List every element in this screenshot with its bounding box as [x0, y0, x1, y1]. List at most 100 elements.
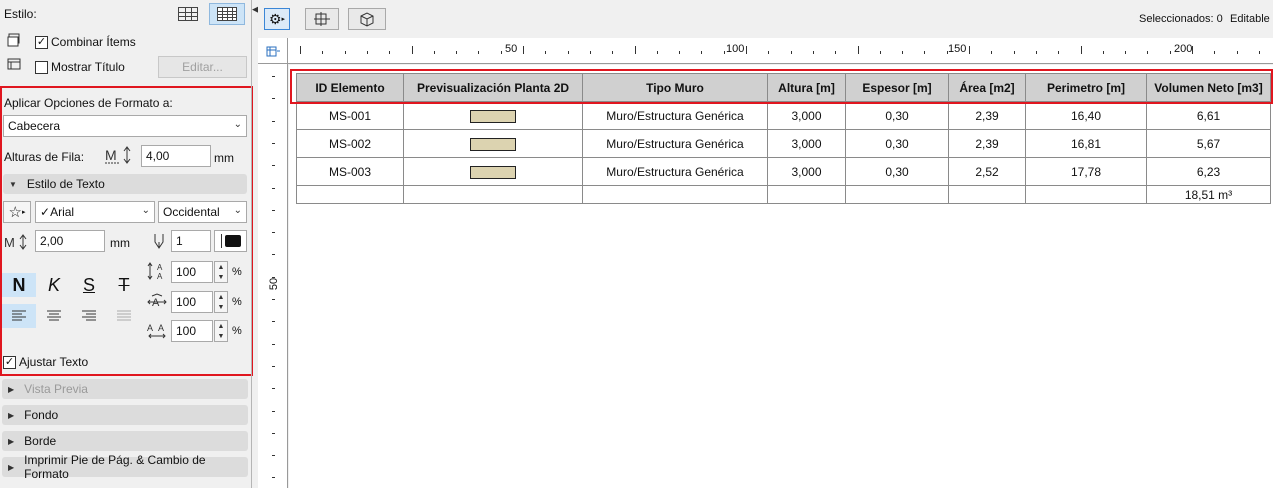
text-style-section-header[interactable]: ▼ Estilo de Texto — [3, 174, 247, 194]
ruler-tick — [1125, 51, 1127, 54]
triangle-right-icon: ▶ — [8, 462, 15, 472]
favorites-button[interactable]: ☆ ▸ — [3, 201, 31, 223]
cell-height[interactable]: 3,000 — [767, 129, 846, 158]
triangle-right-icon: ▶ — [8, 436, 15, 446]
underline-button[interactable]: S — [72, 273, 106, 297]
bold-label: N — [12, 274, 26, 295]
char-width-input[interactable]: 100 — [171, 291, 213, 313]
align-left-button[interactable] — [2, 304, 36, 328]
italic-button[interactable]: K — [37, 273, 71, 297]
table-row[interactable]: MS-001 Muro/Estructura Genérica 3,000 0,… — [296, 101, 1271, 130]
cell-net-volume[interactable]: 6,23 — [1146, 157, 1271, 186]
script-select[interactable]: Occidental ⌄ — [158, 201, 247, 223]
cell-thickness[interactable]: 0,30 — [845, 157, 949, 186]
cell-thickness[interactable]: 0,30 — [845, 101, 949, 130]
horizontal-ruler: 50 100 150 200 — [288, 38, 1273, 64]
wrap-text-checkbox-row[interactable]: ✓ Ajustar Texto — [3, 355, 88, 369]
char-width-stepper[interactable]: ▲ ▼ — [214, 291, 228, 313]
table-row[interactable]: MS-002 Muro/Estructura Genérica 3,000 0,… — [296, 129, 1271, 158]
char-spacing-stepper[interactable]: ▲ ▼ — [214, 320, 228, 342]
combine-items-label: Combinar Ítems — [51, 35, 136, 49]
cell-id[interactable]: MS-002 — [296, 129, 404, 158]
show-title-checkbox[interactable] — [35, 60, 48, 74]
apply-format-select[interactable]: Cabecera ⌄ — [3, 115, 247, 137]
cell-preview[interactable] — [403, 101, 583, 130]
cell-id[interactable]: MS-003 — [296, 157, 404, 186]
cell-net-volume[interactable]: 5,67 — [1146, 129, 1271, 158]
cell-perimeter[interactable]: 16,81 — [1025, 129, 1147, 158]
cell-height[interactable]: 3,000 — [767, 157, 846, 186]
char-spacing-percent: % — [232, 325, 242, 337]
cell-thickness[interactable]: 0,30 — [845, 129, 949, 158]
total-cell — [767, 185, 846, 204]
ruler-tick — [1169, 51, 1171, 54]
cell-preview[interactable] — [403, 129, 583, 158]
pen-icon — [153, 233, 165, 252]
ruler-tick — [366, 51, 368, 54]
print-footer-section-header[interactable]: ▶ Imprimir Pie de Pág. & Cambio de Forma… — [2, 453, 248, 481]
cell-perimeter[interactable]: 17,78 — [1025, 157, 1147, 186]
edit-title-button[interactable]: Editar... — [158, 56, 247, 78]
ruler-label-150: 150 — [948, 43, 967, 55]
cell-area[interactable]: 2,52 — [948, 157, 1026, 186]
pen-color-button[interactable] — [214, 230, 247, 252]
panel-divider[interactable] — [251, 0, 252, 488]
show-3d-button[interactable] — [348, 8, 386, 30]
cell-net-volume[interactable]: 6,61 — [1146, 101, 1271, 130]
cell-id[interactable]: MS-001 — [296, 101, 404, 130]
align-justify-button[interactable] — [107, 304, 141, 328]
cell-wall-type[interactable]: Muro/Estructura Genérica — [582, 129, 768, 158]
ruler-tick — [500, 51, 502, 54]
svg-text:A: A — [147, 323, 153, 333]
combine-items-checkbox[interactable]: ✓ — [35, 35, 48, 49]
align-right-icon — [82, 310, 96, 321]
ruler-tick — [679, 51, 681, 54]
star-icon: ☆ — [8, 204, 22, 221]
font-size-input[interactable]: 2,00 — [35, 230, 105, 252]
cell-height[interactable]: 3,000 — [767, 101, 846, 130]
cell-area[interactable]: 2,39 — [948, 129, 1026, 158]
cell-wall-type[interactable]: Muro/Estructura Genérica — [582, 157, 768, 186]
preview-section-label: Vista Previa — [24, 382, 88, 396]
preview-section-header: ▶ Vista Previa — [2, 379, 248, 399]
svg-text:M: M — [4, 235, 15, 250]
apply-format-value: Cabecera — [8, 119, 61, 133]
select-elements-button[interactable] — [305, 8, 339, 30]
cell-preview[interactable] — [403, 157, 583, 186]
background-section-header[interactable]: ▶ Fondo — [2, 405, 248, 425]
cell-perimeter[interactable]: 16,40 — [1025, 101, 1147, 130]
ruler-tick — [545, 51, 547, 54]
align-center-button[interactable] — [37, 304, 71, 328]
style-grid-full-button[interactable] — [209, 3, 245, 25]
font-check: ✓ — [40, 205, 51, 219]
ruler-origin-icon — [266, 46, 280, 56]
pen-input[interactable]: 1 — [171, 230, 211, 252]
row-height-input[interactable]: 4,00 — [141, 145, 211, 167]
strikethrough-button[interactable]: T — [107, 273, 141, 297]
align-right-button[interactable] — [72, 304, 106, 328]
style-grid-simple-button[interactable] — [170, 3, 206, 25]
font-select[interactable]: ✓ Arial ⌄ — [35, 201, 155, 223]
settings-button[interactable]: ⚙ ▸ — [264, 8, 290, 30]
combine-items-checkbox-row[interactable]: ✓ Combinar Ítems — [35, 35, 136, 49]
char-spacing-input[interactable]: 100 — [171, 320, 213, 342]
line-spacing-stepper[interactable]: ▲ ▼ — [214, 261, 228, 283]
line-spacing-input[interactable]: 100 — [171, 261, 213, 283]
ruler-tick — [723, 51, 725, 54]
ruler-tick — [272, 98, 275, 100]
bold-button[interactable]: N — [2, 273, 36, 297]
ruler-corner-button[interactable] — [258, 38, 288, 64]
border-section-header[interactable]: ▶ Borde — [2, 431, 248, 451]
wrap-text-checkbox[interactable]: ✓ — [3, 355, 16, 369]
table-row[interactable]: MS-003 Muro/Estructura Genérica 3,000 0,… — [296, 157, 1271, 186]
strikethrough-label: T — [118, 274, 130, 295]
cell-area[interactable]: 2,39 — [948, 101, 1026, 130]
show-title-checkbox-row[interactable]: Mostrar Título — [35, 60, 125, 74]
ruler-tick — [1214, 51, 1216, 54]
wall-preview-swatch — [470, 137, 516, 151]
ruler-tick — [768, 51, 770, 54]
ruler-tick — [272, 299, 275, 300]
cell-wall-type[interactable]: Muro/Estructura Genérica — [582, 101, 768, 130]
ruler-tick — [1080, 46, 1082, 54]
cube-3d-icon — [360, 12, 374, 27]
